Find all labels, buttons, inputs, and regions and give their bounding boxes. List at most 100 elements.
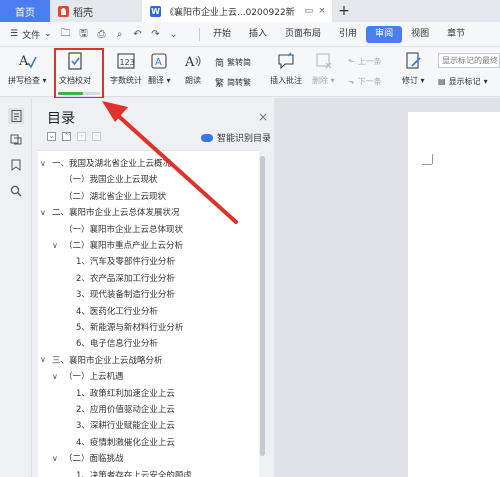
prev-label: 上一条 bbox=[357, 57, 382, 66]
chevron-down-icon[interactable]: ∨ bbox=[40, 159, 48, 168]
menu-tab-section[interactable]: 章节 bbox=[438, 26, 474, 43]
insert-comment-label: 插入批注 bbox=[270, 76, 302, 85]
close-icon[interactable]: × bbox=[258, 110, 268, 124]
prev-comment-button[interactable]: ⬑ 上一条 bbox=[348, 56, 382, 67]
tab-window-icon[interactable]: ▭ bbox=[305, 6, 314, 16]
hamburger-icon: ☰ bbox=[10, 29, 19, 39]
toc-item[interactable]: 3、现代装备制造行业分析 bbox=[76, 288, 175, 300]
chevron-down-icon[interactable]: ∨ bbox=[40, 208, 48, 217]
print-icon[interactable]: ⎙ bbox=[96, 29, 107, 40]
svg-text:A: A bbox=[184, 55, 195, 70]
toc-item-label: （一）襄阳市企业上云总体现状 bbox=[64, 224, 184, 235]
open-folder-icon[interactable]: 🗀 bbox=[60, 26, 71, 43]
read-aloud-button[interactable]: A 朗读 bbox=[182, 50, 204, 86]
trad-to-simp-label: 繁转简 bbox=[227, 58, 252, 67]
toc-pane-icon[interactable] bbox=[8, 108, 24, 124]
chevron-down-icon[interactable]: ∨ bbox=[52, 241, 60, 250]
spell-check-button[interactable]: A 拼写检查 ▾ bbox=[8, 50, 47, 86]
toc-item-label: 4、疫情刺激催化企业上云 bbox=[76, 437, 175, 448]
menu-tab-references[interactable]: 引用 bbox=[330, 26, 366, 43]
chevron-down-icon[interactable]: ∨ bbox=[52, 372, 60, 381]
toc-item[interactable]: （二）湖北省企业上云现状 bbox=[64, 190, 166, 202]
simp-to-trad-button[interactable]: 繁 简转繁 bbox=[215, 76, 251, 89]
menu-tab-page-layout[interactable]: 页面布局 bbox=[276, 26, 330, 43]
toc-item[interactable]: 1、决策者存在上云安全的顾虑 bbox=[76, 469, 192, 477]
toc-item[interactable]: ∨ 三、襄阳市企业上云战略分析 bbox=[40, 354, 163, 366]
crop-mark bbox=[422, 164, 432, 165]
menu-tab-insert[interactable]: 插入 bbox=[240, 26, 276, 43]
collapse-all-icon[interactable]: ⌄ bbox=[47, 132, 56, 141]
toc-item[interactable]: ∨ （二）面临挑战 bbox=[52, 452, 124, 465]
next-comment-button[interactable]: ⬎ 下一条 bbox=[348, 76, 382, 87]
track-changes-button[interactable]: 修订 ▾ bbox=[402, 50, 425, 86]
tab-home[interactable]: 首页 bbox=[0, 0, 50, 22]
redo-icon[interactable]: ↷ bbox=[150, 29, 161, 40]
toc-item-label: 4、医药化工行业分析 bbox=[76, 306, 158, 317]
toc-item-label: 二、襄阳市企业上云总体发展状况 bbox=[52, 208, 180, 219]
chevron-down-icon[interactable]: ∨ bbox=[52, 454, 60, 463]
bookmark-icon[interactable] bbox=[9, 158, 23, 172]
search-icon[interactable] bbox=[9, 184, 23, 198]
toc-item[interactable]: 5、新能源与新材料行业分析 bbox=[76, 321, 183, 333]
toc-item[interactable]: ∨ 二、襄阳市企业上云总体发展状况 bbox=[40, 206, 180, 219]
toc-item[interactable]: 2、应用价值驱动企业上云 bbox=[76, 403, 175, 415]
word-count-button[interactable]: 123 字数统计 bbox=[110, 50, 142, 86]
toc-item[interactable]: 1、汽车及零部件行业分析 bbox=[76, 255, 175, 267]
menu-tab-view[interactable]: 视图 bbox=[402, 26, 438, 43]
print-preview-icon[interactable]: ⌕ bbox=[114, 29, 125, 40]
toc-item[interactable]: 1、政策红利加速企业上云 bbox=[76, 387, 175, 399]
save-icon[interactable]: 🖫 bbox=[78, 26, 89, 43]
svg-text:123: 123 bbox=[120, 58, 135, 67]
show-markup-button[interactable]: ▤ 显示标记 ▾ bbox=[438, 76, 488, 87]
tab-docer-label: 稻壳 bbox=[73, 7, 93, 19]
toc-item-label: （二）襄阳市重点产业上云分析 bbox=[64, 241, 184, 251]
delete-comment-button[interactable]: 删除 ▾ bbox=[312, 50, 335, 86]
show-markup-icon: ▤ bbox=[438, 77, 446, 86]
next-comment-icon: ⬎ bbox=[348, 77, 355, 86]
document-page[interactable] bbox=[408, 112, 500, 477]
document-area bbox=[274, 98, 500, 477]
chevron-down-icon[interactable]: ∨ bbox=[40, 355, 48, 364]
toc-item[interactable]: 4、疫情刺激催化企业上云 bbox=[76, 436, 175, 448]
menu-tab-review[interactable]: 审阅 bbox=[366, 25, 403, 43]
markup-display-select[interactable]: 显示标记的最终 bbox=[438, 53, 500, 68]
toc-item[interactable]: 2、农产品深加工行业分析 bbox=[76, 272, 175, 284]
tab-docer[interactable]: 稻壳 bbox=[50, 0, 142, 22]
remove-heading-icon[interactable]: − bbox=[92, 132, 101, 141]
svg-text:A: A bbox=[155, 57, 162, 68]
toc-item-label: 三、襄阳市企业上云战略分析 bbox=[52, 355, 163, 366]
toc-item[interactable]: （一）襄阳市企业上云总体现状 bbox=[64, 223, 183, 235]
toc-item[interactable]: 3、深耕行业赋能企业上云 bbox=[76, 419, 175, 431]
more-chevron-icon[interactable]: ⌄ bbox=[168, 29, 179, 40]
delete-comment-icon bbox=[312, 50, 334, 72]
undo-icon[interactable]: ↶ bbox=[132, 29, 143, 40]
toc-item-label: （二）湖北省企业上云现状 bbox=[64, 191, 167, 202]
add-heading-icon[interactable]: + bbox=[77, 132, 86, 141]
toc-item-label: 5、新能源与新材料行业分析 bbox=[76, 323, 184, 333]
toc-item[interactable]: 6、电子信息行业分析 bbox=[76, 337, 158, 349]
trad-to-simp-button[interactable]: 简 繁转简 bbox=[215, 56, 251, 69]
insert-comment-button[interactable]: 插入批注 bbox=[270, 50, 302, 86]
toc-item-label: 一、我国及湖北省企业上云概况 bbox=[52, 159, 172, 169]
toc-item[interactable]: （一）我国企业上云现状 bbox=[64, 173, 158, 185]
translate-button[interactable]: A 翻译 ▾ bbox=[148, 50, 171, 86]
menu-separator bbox=[199, 27, 200, 41]
toc-item[interactable]: ∨ 一、我国及湖北省企业上云概况 bbox=[40, 157, 172, 170]
expand-up-icon[interactable]: ⌃ bbox=[62, 132, 71, 141]
tab-close-icon[interactable]: × bbox=[318, 6, 326, 16]
toc-scroll-thumb[interactable] bbox=[260, 156, 265, 456]
show-markup-label: 显示标记 bbox=[448, 77, 481, 86]
translate-label: 翻译 bbox=[148, 76, 164, 85]
menu-bar: ☰ 文件 ⌄ 🗀 🖫 ⎙ ⌕ ↶ ↷ ⌄ 开始 插入 页面布局 引用 审阅 视图… bbox=[0, 22, 500, 47]
toc-item[interactable]: ∨ （一）上云机遇 bbox=[52, 370, 124, 383]
toc-item[interactable]: 4、医药化工行业分析 bbox=[76, 305, 158, 317]
tab-document[interactable]: W 《襄阳市企业上云...0200922新 ▭ × bbox=[142, 0, 332, 22]
file-menu[interactable]: ☰ 文件 ⌄ bbox=[0, 28, 60, 41]
smart-toc-button[interactable]: 智能识别目录 bbox=[201, 131, 271, 144]
new-tab-button[interactable]: + bbox=[332, 0, 356, 22]
smart-toc-label: 智能识别目录 bbox=[217, 134, 272, 144]
menu-tab-start[interactable]: 开始 bbox=[204, 26, 240, 43]
file-menu-label: 文件 bbox=[22, 30, 41, 41]
toc-item[interactable]: ∨ （二）襄阳市重点产业上云分析 bbox=[52, 239, 184, 252]
chapter-nav-icon[interactable] bbox=[9, 132, 23, 146]
